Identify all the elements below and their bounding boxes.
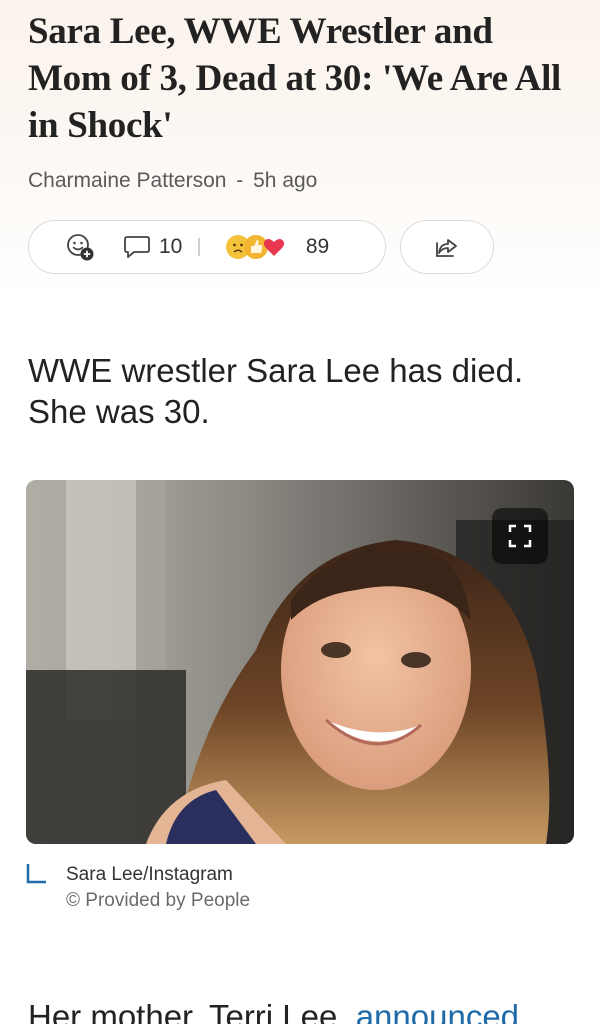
- image-credit: Sara Lee/Instagram: [66, 864, 233, 885]
- article-page: Sara Lee, WWE Wrestler and Mom of 3, Dea…: [0, 0, 600, 1024]
- byline: Charmaine Patterson - 5h ago: [28, 169, 572, 193]
- comment-button[interactable]: 10: [123, 234, 182, 260]
- caption-corner-icon: [26, 864, 46, 884]
- byline-separator: -: [236, 169, 244, 192]
- engagement-pill: 10 89: [28, 220, 386, 274]
- smiley-plus-icon: [67, 234, 94, 261]
- reaction-icons: [225, 235, 286, 259]
- reactions-button[interactable]: 89: [225, 235, 330, 259]
- expand-icon: [508, 524, 532, 548]
- caption-text: Sara Lee/Instagram © Provided by People: [66, 862, 250, 914]
- add-reaction-button[interactable]: [65, 232, 95, 262]
- article-lede: WWE wrestler Sara Lee has died. She was …: [28, 352, 524, 430]
- comment-count: 10: [159, 235, 183, 258]
- author-name[interactable]: Charmaine Patterson: [28, 169, 226, 192]
- share-icon: [436, 239, 457, 257]
- article-image[interactable]: [26, 480, 574, 844]
- expand-image-button[interactable]: [492, 508, 548, 564]
- announced-link[interactable]: announced: [356, 998, 519, 1024]
- heart-icon: [262, 235, 286, 259]
- paragraph-text: Her mother, Terri Lee,: [28, 998, 356, 1024]
- engagement-bar: 10 89: [28, 220, 572, 274]
- reaction-count: 89: [305, 235, 330, 258]
- action-divider: [198, 238, 200, 256]
- image-provider: © Provided by People: [66, 890, 251, 911]
- publish-time: 5h ago: [253, 169, 318, 192]
- article-paragraph: Her mother, Terri Lee, announced: [28, 996, 572, 1024]
- article-header: Sara Lee, WWE Wrestler and Mom of 3, Dea…: [0, 0, 600, 292]
- comment-bubble-icon: [124, 236, 150, 258]
- image-caption: Sara Lee/Instagram © Provided by People: [26, 862, 572, 914]
- share-button[interactable]: [400, 220, 494, 274]
- article-headline: Sara Lee, WWE Wrestler and Mom of 3, Dea…: [28, 11, 562, 146]
